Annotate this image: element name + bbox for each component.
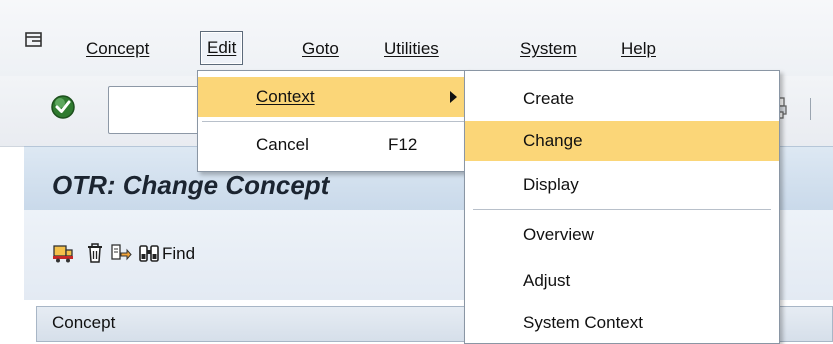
page-title: OTR: Change Concept <box>52 170 330 200</box>
submenu-item-create-label: Create <box>523 89 575 108</box>
menu-help-label: Help <box>621 39 656 58</box>
edit-menu-item-context[interactable]: Context <box>198 77 468 117</box>
enter-check-icon[interactable] <box>50 94 76 120</box>
edit-menu-item-cancel[interactable]: Cancel F12 <box>198 125 468 165</box>
submenu-arrow-icon <box>450 91 457 103</box>
submenu-item-display[interactable]: Display <box>465 165 779 205</box>
submenu-item-system-context-label: System Context <box>523 313 643 332</box>
menu-help[interactable]: Help <box>615 34 662 64</box>
submenu-item-change-label: Change <box>523 131 583 150</box>
submenu-item-adjust-label: Adjust <box>523 271 571 290</box>
context-label-text: Context <box>256 87 315 106</box>
menu-goto[interactable]: Goto <box>296 34 345 64</box>
find-binoculars-icon[interactable] <box>138 242 160 264</box>
edit-menu-dropdown: Context Cancel F12 <box>197 70 469 172</box>
submenu-item-adjust[interactable]: Adjust <box>465 261 779 301</box>
menu-concept-label: Concept <box>86 39 150 58</box>
where-used-list-icon[interactable] <box>110 242 132 264</box>
menu-goto-label: Goto <box>302 39 339 58</box>
system-menu-icon[interactable] <box>24 31 44 51</box>
transport-icon[interactable] <box>52 242 74 264</box>
submenu-item-change[interactable]: Change <box>465 121 779 161</box>
menu-system-label: System <box>520 39 577 58</box>
edit-menu-item-context-label: Context <box>256 77 315 117</box>
find-button-label[interactable]: Find <box>162 244 195 264</box>
edit-menu-item-cancel-label: Cancel <box>256 135 309 154</box>
concept-header-label: Concept <box>52 313 116 332</box>
submenu-separator <box>473 209 771 210</box>
menu-edit[interactable]: Edit <box>200 31 244 65</box>
submenu-item-overview[interactable]: Overview <box>465 215 779 255</box>
toolbar-separator <box>810 98 811 120</box>
delete-trash-icon[interactable] <box>84 242 106 264</box>
menu-concept[interactable]: Concept <box>80 34 155 64</box>
context-submenu: Create Change Display Overview Adjust Sy… <box>464 70 780 344</box>
submenu-item-create[interactable]: Create <box>465 79 779 119</box>
edit-menu-separator <box>202 121 464 122</box>
submenu-item-display-label: Display <box>523 175 579 194</box>
menu-utilities-label: Utilities <box>384 39 439 58</box>
cancel-shortcut: F12 <box>388 135 418 154</box>
menu-edit-label: Edit <box>207 38 237 57</box>
submenu-item-system-context[interactable]: System Context <box>465 303 779 343</box>
menu-utilities[interactable]: Utilities <box>378 34 445 64</box>
submenu-item-overview-label: Overview <box>523 225 594 244</box>
menu-system[interactable]: System <box>514 34 583 64</box>
